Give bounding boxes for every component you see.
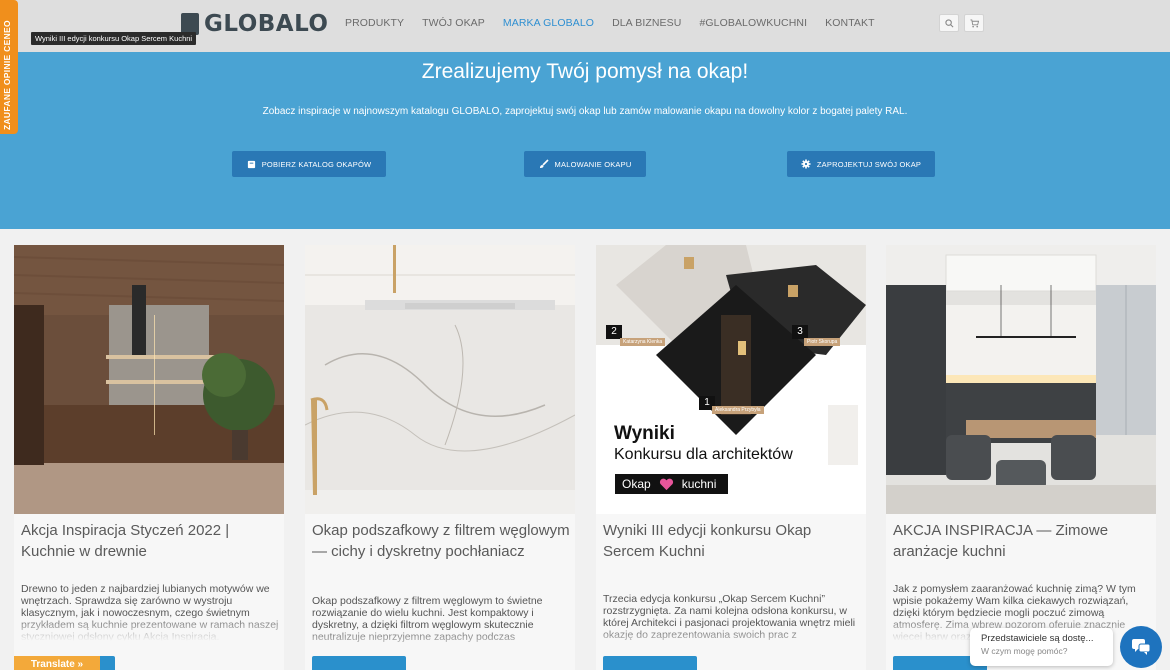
chat-status: Przedstawiciele są dostę... (981, 633, 1094, 644)
nav-dla-biznesu[interactable]: DLA BIZNESU (612, 17, 681, 29)
translate-label: Translate » (30, 659, 84, 670)
contest-tag: Okap kuchni (615, 474, 728, 494)
ceneo-badge[interactable]: ZAUFANE OPINIE CENEO (0, 0, 18, 134)
marble-kitchen-photo (305, 245, 575, 514)
wood-kitchen-photo (14, 245, 284, 514)
chat-icon (1132, 639, 1151, 655)
nav-produkty[interactable]: PRODUKTY (345, 17, 404, 29)
nav-kontakt[interactable]: KONTAKT (825, 17, 875, 29)
card-excerpt: Trzecia edycja konkursu „Okap Sercem Kuc… (603, 593, 861, 651)
place-3-badge: 3 (792, 325, 808, 339)
cart-button[interactable] (964, 14, 984, 32)
cart-icon (969, 18, 979, 27)
search-button[interactable] (939, 14, 959, 32)
heart-icon (659, 478, 673, 490)
design-hood-button[interactable]: ZAPROJEKTUJ SWÓJ OKAP (787, 151, 935, 177)
read-more-button[interactable] (312, 656, 406, 670)
place-1-name: Aleksandra Przybyła (712, 406, 764, 414)
logo[interactable]: GLOBALO (181, 11, 329, 37)
hover-tooltip: Wyniki III edycji konkursu Okap Sercem K… (31, 32, 197, 45)
chat-button[interactable] (1120, 626, 1162, 668)
place-2-badge: 2 (606, 325, 622, 339)
card-title[interactable]: Akcja Inspiracja Styczeń 2022 | Kuchnie … (21, 520, 279, 562)
download-catalog-label: POBIERZ KATALOG OKAPÓW (261, 159, 372, 169)
card-title[interactable]: AKCJA INSPIRACJA — Zimowe aranżacje kuch… (893, 520, 1151, 562)
design-hood-label: ZAPROJEKTUJ SWÓJ OKAP (816, 159, 922, 169)
contest-tag-left: Okap (622, 477, 651, 491)
nav-twoj-okap[interactable]: TWÓJ OKAP (422, 17, 485, 29)
contest-heading: Wyniki (614, 423, 675, 444)
card-image-under-cabinet-hood[interactable] (305, 245, 575, 514)
painting-button[interactable]: MALOWANIE OKAPU (524, 151, 646, 177)
card-excerpt: Okap podszafkowy z filtrem węglowym to ś… (312, 595, 570, 653)
blog-card[interactable]: 2 Katarzyna Klenka 3 Piotr Skorupa 1 Ale… (596, 245, 866, 670)
card-image-wood-kitchen[interactable] (14, 245, 284, 514)
ceneo-badge-label: ZAUFANE OPINIE CENEO (2, 20, 12, 130)
search-icon (944, 18, 953, 27)
gear-icon (801, 159, 811, 169)
brush-icon (539, 159, 549, 168)
place-2-name: Katarzyna Klenka (620, 338, 666, 346)
book-icon (247, 160, 255, 168)
card-excerpt: Drewno to jeden z najbardziej lubianych … (21, 583, 279, 641)
main-nav: PRODUKTY TWÓJ OKAP MARKA GLOBALO DLA BIZ… (345, 17, 893, 29)
blog-card[interactable]: AKCJA INSPIRACJA — Zimowe aranżacje kuch… (886, 245, 1156, 670)
translate-button[interactable]: Translate » (14, 656, 100, 670)
contest-subheading: Konkursu dla architektów (614, 446, 793, 463)
read-more-button[interactable] (603, 656, 697, 670)
blog-card[interactable]: Okap podszafkowy z filtrem węglowym — ci… (305, 245, 575, 670)
contest-tag-right: kuchni (681, 477, 717, 491)
nav-globalowkuchni[interactable]: #GLOBALOWKUCHNI (699, 17, 807, 29)
nav-marka-globalo[interactable]: MARKA GLOBALO (503, 17, 594, 29)
blog-card[interactable]: Akcja Inspiracja Styczeń 2022 | Kuchnie … (14, 245, 284, 670)
hero-subtitle: Zobacz inspiracje w najnowszym katalogu … (262, 106, 908, 117)
place-3-name: Piotr Skorupa (804, 338, 841, 346)
winter-kitchen-photo (886, 245, 1156, 514)
chat-prompt: W czym mogę pomóc? (981, 646, 1068, 656)
logo-text: GLOBALO (204, 11, 329, 37)
chat-greeting[interactable]: Przedstawiciele są dostę... W czym mogę … (970, 628, 1113, 666)
card-image-contest-results[interactable]: 2 Katarzyna Klenka 3 Piotr Skorupa 1 Ale… (596, 245, 866, 514)
download-catalog-button[interactable]: POBIERZ KATALOG OKAPÓW (232, 151, 386, 177)
card-title[interactable]: Wyniki III edycji konkursu Okap Sercem K… (603, 520, 861, 562)
hero-title: Zrealizujemy Twój pomysł na okap! (421, 60, 749, 83)
hero-banner: Zrealizujemy Twój pomysł na okap! Zobacz… (0, 52, 1170, 229)
card-title[interactable]: Okap podszafkowy z filtrem węglowym — ci… (312, 520, 570, 562)
painting-label: MALOWANIE OKAPU (554, 159, 632, 169)
card-image-winter-kitchen[interactable] (886, 245, 1156, 514)
